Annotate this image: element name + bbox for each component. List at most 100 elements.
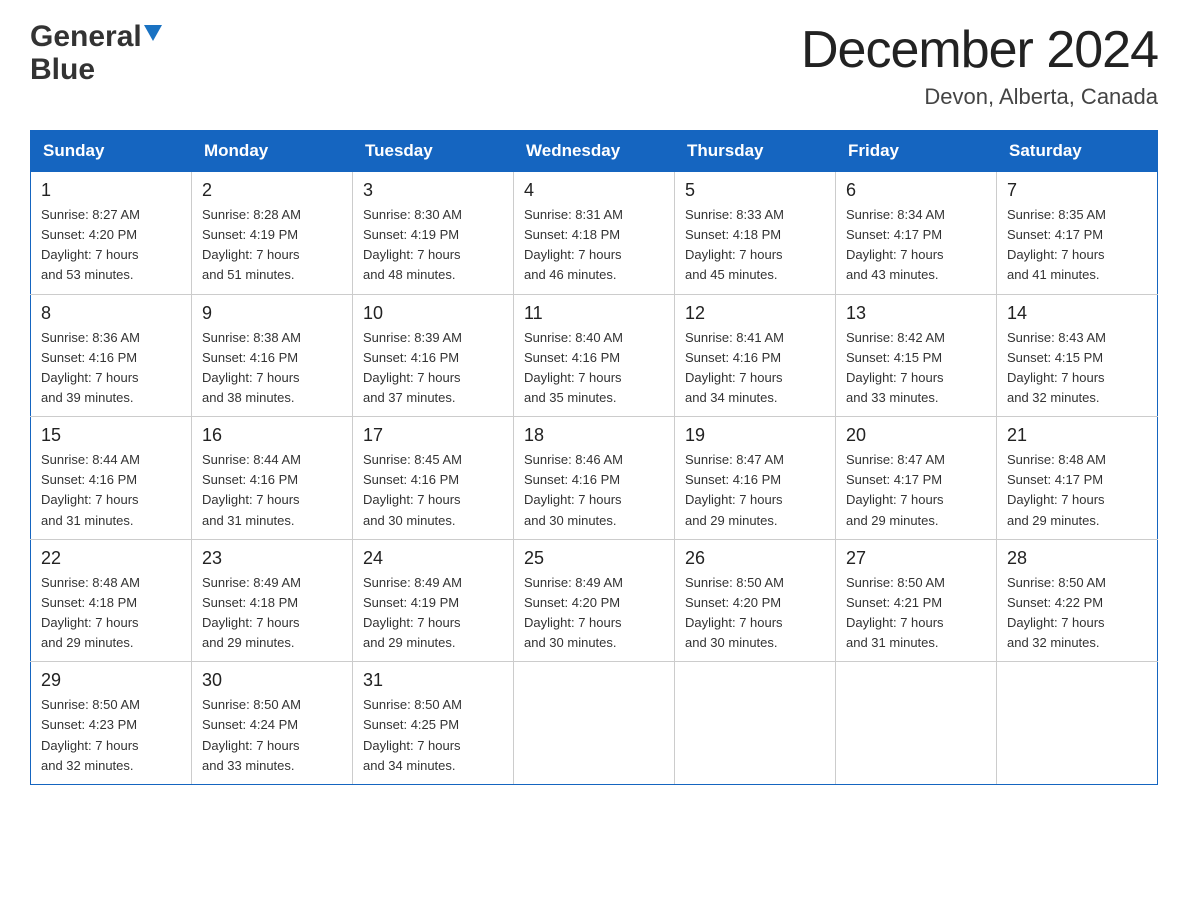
calendar-cell: 26 Sunrise: 8:50 AM Sunset: 4:20 PM Dayl… (675, 539, 836, 662)
logo-blue-text: Blue (30, 53, 95, 86)
day-number: 16 (202, 425, 342, 446)
day-info: Sunrise: 8:43 AM Sunset: 4:15 PM Dayligh… (1007, 328, 1147, 409)
day-number: 12 (685, 303, 825, 324)
col-tuesday: Tuesday (353, 131, 514, 172)
day-number: 31 (363, 670, 503, 691)
calendar-cell: 22 Sunrise: 8:48 AM Sunset: 4:18 PM Dayl… (31, 539, 192, 662)
calendar-cell: 7 Sunrise: 8:35 AM Sunset: 4:17 PM Dayli… (997, 172, 1158, 295)
calendar-cell: 16 Sunrise: 8:44 AM Sunset: 4:16 PM Dayl… (192, 417, 353, 540)
day-number: 14 (1007, 303, 1147, 324)
day-number: 17 (363, 425, 503, 446)
calendar-cell: 17 Sunrise: 8:45 AM Sunset: 4:16 PM Dayl… (353, 417, 514, 540)
day-number: 2 (202, 180, 342, 201)
calendar-body: 1 Sunrise: 8:27 AM Sunset: 4:20 PM Dayli… (31, 172, 1158, 785)
calendar-header-row: Sunday Monday Tuesday Wednesday Thursday… (31, 131, 1158, 172)
calendar-cell (997, 662, 1158, 785)
calendar-cell: 4 Sunrise: 8:31 AM Sunset: 4:18 PM Dayli… (514, 172, 675, 295)
day-number: 4 (524, 180, 664, 201)
day-number: 3 (363, 180, 503, 201)
day-info: Sunrise: 8:36 AM Sunset: 4:16 PM Dayligh… (41, 328, 181, 409)
title-section: December 2024 Devon, Alberta, Canada (801, 20, 1158, 110)
day-info: Sunrise: 8:47 AM Sunset: 4:16 PM Dayligh… (685, 450, 825, 531)
day-number: 28 (1007, 548, 1147, 569)
calendar-table: Sunday Monday Tuesday Wednesday Thursday… (30, 130, 1158, 785)
day-info: Sunrise: 8:48 AM Sunset: 4:18 PM Dayligh… (41, 573, 181, 654)
day-info: Sunrise: 8:49 AM Sunset: 4:20 PM Dayligh… (524, 573, 664, 654)
day-number: 22 (41, 548, 181, 569)
calendar-cell: 25 Sunrise: 8:49 AM Sunset: 4:20 PM Dayl… (514, 539, 675, 662)
logo: General Blue (30, 20, 162, 86)
location-text: Devon, Alberta, Canada (801, 84, 1158, 110)
day-info: Sunrise: 8:39 AM Sunset: 4:16 PM Dayligh… (363, 328, 503, 409)
calendar-cell: 14 Sunrise: 8:43 AM Sunset: 4:15 PM Dayl… (997, 294, 1158, 417)
logo-general-line: General (30, 20, 162, 53)
day-number: 5 (685, 180, 825, 201)
day-info: Sunrise: 8:27 AM Sunset: 4:20 PM Dayligh… (41, 205, 181, 286)
calendar-cell: 6 Sunrise: 8:34 AM Sunset: 4:17 PM Dayli… (836, 172, 997, 295)
day-info: Sunrise: 8:50 AM Sunset: 4:22 PM Dayligh… (1007, 573, 1147, 654)
day-info: Sunrise: 8:35 AM Sunset: 4:17 PM Dayligh… (1007, 205, 1147, 286)
day-number: 20 (846, 425, 986, 446)
day-info: Sunrise: 8:33 AM Sunset: 4:18 PM Dayligh… (685, 205, 825, 286)
calendar-week-row: 29 Sunrise: 8:50 AM Sunset: 4:23 PM Dayl… (31, 662, 1158, 785)
month-title: December 2024 (801, 20, 1158, 80)
calendar-cell: 10 Sunrise: 8:39 AM Sunset: 4:16 PM Dayl… (353, 294, 514, 417)
col-friday: Friday (836, 131, 997, 172)
day-info: Sunrise: 8:50 AM Sunset: 4:21 PM Dayligh… (846, 573, 986, 654)
day-info: Sunrise: 8:34 AM Sunset: 4:17 PM Dayligh… (846, 205, 986, 286)
calendar-cell: 30 Sunrise: 8:50 AM Sunset: 4:24 PM Dayl… (192, 662, 353, 785)
day-number: 23 (202, 548, 342, 569)
calendar-cell: 5 Sunrise: 8:33 AM Sunset: 4:18 PM Dayli… (675, 172, 836, 295)
day-number: 19 (685, 425, 825, 446)
calendar-week-row: 1 Sunrise: 8:27 AM Sunset: 4:20 PM Dayli… (31, 172, 1158, 295)
day-info: Sunrise: 8:31 AM Sunset: 4:18 PM Dayligh… (524, 205, 664, 286)
calendar-cell: 2 Sunrise: 8:28 AM Sunset: 4:19 PM Dayli… (192, 172, 353, 295)
col-sunday: Sunday (31, 131, 192, 172)
calendar-week-row: 15 Sunrise: 8:44 AM Sunset: 4:16 PM Dayl… (31, 417, 1158, 540)
day-number: 29 (41, 670, 181, 691)
day-info: Sunrise: 8:45 AM Sunset: 4:16 PM Dayligh… (363, 450, 503, 531)
day-number: 10 (363, 303, 503, 324)
day-info: Sunrise: 8:50 AM Sunset: 4:24 PM Dayligh… (202, 695, 342, 776)
day-info: Sunrise: 8:47 AM Sunset: 4:17 PM Dayligh… (846, 450, 986, 531)
logo-general-text: General (30, 20, 142, 53)
logo-blue-line: Blue (30, 53, 162, 86)
day-number: 6 (846, 180, 986, 201)
calendar-cell: 8 Sunrise: 8:36 AM Sunset: 4:16 PM Dayli… (31, 294, 192, 417)
calendar-cell: 24 Sunrise: 8:49 AM Sunset: 4:19 PM Dayl… (353, 539, 514, 662)
day-number: 21 (1007, 425, 1147, 446)
day-number: 26 (685, 548, 825, 569)
day-number: 15 (41, 425, 181, 446)
calendar-cell: 28 Sunrise: 8:50 AM Sunset: 4:22 PM Dayl… (997, 539, 1158, 662)
day-number: 1 (41, 180, 181, 201)
day-number: 18 (524, 425, 664, 446)
day-number: 24 (363, 548, 503, 569)
calendar-cell: 12 Sunrise: 8:41 AM Sunset: 4:16 PM Dayl… (675, 294, 836, 417)
day-info: Sunrise: 8:30 AM Sunset: 4:19 PM Dayligh… (363, 205, 503, 286)
day-number: 9 (202, 303, 342, 324)
calendar-cell: 21 Sunrise: 8:48 AM Sunset: 4:17 PM Dayl… (997, 417, 1158, 540)
calendar-cell: 3 Sunrise: 8:30 AM Sunset: 4:19 PM Dayli… (353, 172, 514, 295)
calendar-cell: 23 Sunrise: 8:49 AM Sunset: 4:18 PM Dayl… (192, 539, 353, 662)
col-thursday: Thursday (675, 131, 836, 172)
calendar-cell: 31 Sunrise: 8:50 AM Sunset: 4:25 PM Dayl… (353, 662, 514, 785)
day-info: Sunrise: 8:50 AM Sunset: 4:25 PM Dayligh… (363, 695, 503, 776)
calendar-cell: 27 Sunrise: 8:50 AM Sunset: 4:21 PM Dayl… (836, 539, 997, 662)
day-info: Sunrise: 8:49 AM Sunset: 4:19 PM Dayligh… (363, 573, 503, 654)
day-number: 30 (202, 670, 342, 691)
day-info: Sunrise: 8:42 AM Sunset: 4:15 PM Dayligh… (846, 328, 986, 409)
calendar-cell: 11 Sunrise: 8:40 AM Sunset: 4:16 PM Dayl… (514, 294, 675, 417)
day-number: 13 (846, 303, 986, 324)
calendar-week-row: 22 Sunrise: 8:48 AM Sunset: 4:18 PM Dayl… (31, 539, 1158, 662)
calendar-cell (514, 662, 675, 785)
day-info: Sunrise: 8:49 AM Sunset: 4:18 PM Dayligh… (202, 573, 342, 654)
day-info: Sunrise: 8:40 AM Sunset: 4:16 PM Dayligh… (524, 328, 664, 409)
col-wednesday: Wednesday (514, 131, 675, 172)
day-info: Sunrise: 8:28 AM Sunset: 4:19 PM Dayligh… (202, 205, 342, 286)
calendar-week-row: 8 Sunrise: 8:36 AM Sunset: 4:16 PM Dayli… (31, 294, 1158, 417)
calendar-cell: 19 Sunrise: 8:47 AM Sunset: 4:16 PM Dayl… (675, 417, 836, 540)
day-info: Sunrise: 8:48 AM Sunset: 4:17 PM Dayligh… (1007, 450, 1147, 531)
day-info: Sunrise: 8:44 AM Sunset: 4:16 PM Dayligh… (202, 450, 342, 531)
day-number: 27 (846, 548, 986, 569)
calendar-cell (836, 662, 997, 785)
